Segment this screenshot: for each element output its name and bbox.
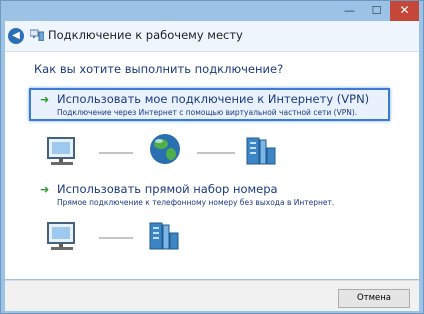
vpn-option-title: Использовать мое подключение к Интернету…	[57, 92, 370, 106]
vpn-connection-diagram	[47, 134, 276, 165]
close-button[interactable]: ✕	[390, 1, 419, 21]
vpn-option-description: Подключение через Интернет с помощью вир…	[57, 108, 358, 117]
back-arrow-icon: ◀	[12, 30, 20, 41]
computer-icon	[47, 137, 75, 165]
green-arrow-icon: ➜	[40, 93, 50, 106]
vpn-option[interactable]: ➜ Использовать мое подключение к Интерне…	[29, 88, 390, 121]
globe-icon	[150, 134, 180, 164]
page-question: Как вы хотите выполнить подключение?	[34, 62, 284, 76]
window-title: Подключение к рабочему месту	[48, 28, 243, 42]
wizard-content: Как вы хотите выполнить подключение? ➜ И…	[5, 52, 419, 279]
dial-up-option[interactable]: ➜ Использовать прямой набор номера Прямо…	[29, 178, 390, 211]
green-arrow-icon: ➜	[40, 183, 50, 196]
minimize-button[interactable]: —	[336, 1, 363, 21]
network-connection-icon	[30, 29, 44, 41]
computer-icon	[47, 222, 75, 250]
wizard-footer: Отмена	[5, 280, 419, 311]
corporate-network-icon	[149, 222, 179, 250]
wizard-window: — ☐ ✕ ◀ Подключение к рабочему месту Как…	[0, 0, 424, 314]
dial-up-connection-diagram	[47, 222, 179, 250]
wizard-header: ◀ Подключение к рабочему месту	[5, 21, 419, 52]
dial-up-option-description: Прямое подключение к телефонному номеру …	[57, 198, 335, 207]
back-button[interactable]: ◀	[8, 28, 24, 44]
cancel-button[interactable]: Отмена	[338, 289, 410, 308]
corporate-network-icon	[246, 137, 276, 165]
dial-up-option-title: Использовать прямой набор номера	[57, 182, 278, 196]
title-bar: — ☐ ✕	[1, 1, 423, 21]
maximize-button[interactable]: ☐	[363, 1, 390, 21]
